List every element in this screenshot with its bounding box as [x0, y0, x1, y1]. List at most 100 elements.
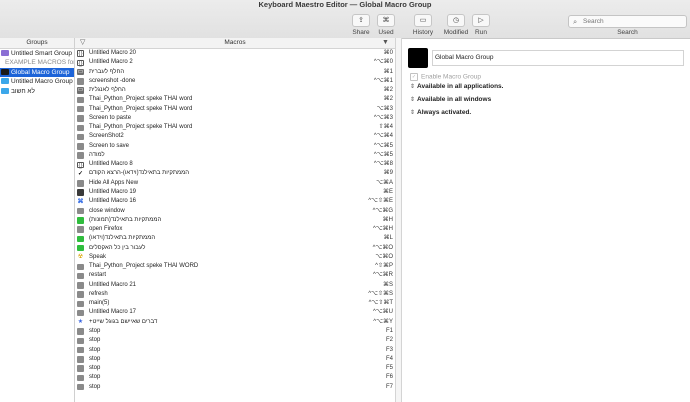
macro-name: open Firefox: [89, 226, 123, 233]
macro-hotkey: F3: [385, 346, 393, 353]
filter-icon[interactable]: ▽: [80, 38, 85, 48]
macro-row[interactable]: stop F7: [75, 383, 395, 392]
groups-list: Untitled Smart Group EXAMPLE MACROS for..…: [0, 49, 75, 402]
group-item[interactable]: Untitled Smart Group: [0, 49, 74, 58]
macro-hotkey: ⌘0: [383, 50, 393, 56]
macros-list: {} Untitled Macro 20 ⌘0 {} Untitled Macro 2 ^…: [75, 49, 395, 402]
macro-row[interactable]: Thai_Python_Project speke THAI WORD ^⇧⌘P: [75, 262, 395, 271]
macro-row[interactable]: restart ^⌥⌘R: [75, 271, 395, 280]
macro-row[interactable]: Untitled Macro 21 ⌘S: [75, 281, 395, 290]
window-icon: [77, 124, 84, 132]
macro-name: Untitled Macro 21: [89, 281, 137, 288]
window-icon: [77, 356, 84, 363]
search-input[interactable]: [583, 16, 681, 27]
macro-row[interactable]: stop F5: [75, 364, 395, 373]
enable-macro-group-checkbox[interactable]: ✓ Enable Macro Group: [410, 73, 481, 81]
macro-row[interactable]: ▭ החלף לעברית ⌘1: [75, 68, 395, 77]
macro-row[interactable]: למודה ^⌥⌘5: [75, 151, 395, 160]
macro-row[interactable]: ✓ הממתקיות בתאילנד(וידאו)-הרצא הקודם ⌘9: [75, 169, 395, 178]
search-field[interactable]: ⌕: [568, 15, 687, 28]
macro-row[interactable]: Screen to save ^⌥⌘5: [75, 142, 395, 151]
macro-row[interactable]: {} Untitled Macro 8 ^⌥⌘8: [75, 160, 395, 169]
macro-hotkey: F4: [385, 355, 393, 362]
macro-row[interactable]: Untitled Macro 19 ⌘E: [75, 188, 395, 197]
macro-row[interactable]: {} Untitled Macro 20 ⌘0: [75, 49, 395, 58]
group-item[interactable]: Untitled Macro Group: [0, 77, 74, 86]
used-button[interactable]: ⌘ Used: [372, 14, 400, 36]
macro-hotkey: ^⌥⇧⌘S: [368, 290, 393, 297]
group-detail-panel: [400, 38, 690, 402]
folder-icon: [1, 87, 9, 94]
activation-popup[interactable]: ⇕ Always activated.: [410, 109, 471, 116]
group-name-field[interactable]: Global Macro Group: [432, 50, 684, 66]
macro-row[interactable]: ScreenShot2 ^⌥⌘4: [75, 132, 395, 141]
macro-row[interactable]: Thai_Python_Project speke THAI word ⌥⌘3: [75, 105, 395, 114]
macro-row[interactable]: Thai_Python_Project speke THAI word ⇧⌘4: [75, 123, 395, 132]
editor-window: Keyboard Maestro Editor — Global Macro G…: [0, 0, 690, 402]
group-item[interactable]: לא חשוב: [0, 87, 74, 96]
macro-row[interactable]: close window ^⌥⌘G: [75, 207, 395, 216]
macro-row[interactable]: לעבור בין כל האקסלים ^⌥⌘O: [75, 244, 395, 253]
macro-row[interactable]: main(5) ^⌥⇧⌘T: [75, 299, 395, 308]
group-item[interactable]: Global Macro Group: [0, 67, 74, 78]
share-button[interactable]: ⇪ Share: [347, 14, 375, 36]
macro-name: stop: [89, 346, 101, 353]
macro-name: stop: [89, 365, 101, 372]
window-icon: [77, 152, 84, 159]
group-label: Global Macro Group: [11, 68, 70, 76]
macro-row[interactable]: refresh ^⌥⇧⌘S: [75, 290, 395, 299]
macro-row[interactable]: Thai_Python_Project speke THAI word ⌘2: [75, 95, 395, 104]
check-icon: ✓: [77, 170, 84, 177]
updown-arrow-icon: ⇕: [410, 110, 416, 116]
macro-name: הממתקיות בתאילנד(תמונות): [89, 216, 162, 223]
macro-row[interactable]: ★ +דברים שאיישם בגוגל שייט ^⌥⌘Y: [75, 318, 395, 327]
macro-name: Thai_Python_Project speke THAI word: [89, 105, 193, 112]
macro-row[interactable]: הממתקיות בתאילנד(תמונות) ⌘H: [75, 216, 395, 225]
run-button[interactable]: ▷ Run: [467, 14, 495, 36]
macro-row[interactable]: Hide All Apps New ⌥⌘A: [75, 179, 395, 188]
toolbar: Keyboard Maestro Editor — Global Macro G…: [0, 0, 690, 39]
macro-name: החלף לאנגלית: [89, 87, 126, 94]
macro-row[interactable]: ⌘ Untitled Macro 16 ^⌥⇧⌘E: [75, 197, 395, 206]
macro-row[interactable]: Screen to paste ^⌥⌘3: [75, 114, 395, 123]
modified-button[interactable]: ◷ Modified: [442, 14, 470, 36]
green-icon: [77, 217, 84, 224]
macros-header[interactable]: Macros: [75, 38, 395, 49]
macro-row[interactable]: stop F2: [75, 336, 395, 345]
macro-name: Hide All Apps New: [89, 179, 139, 186]
macro-row[interactable]: stop F6: [75, 373, 395, 382]
window-icon: [77, 143, 84, 150]
macro-row[interactable]: ☢ Speak ⌥⌘O: [75, 253, 395, 262]
macro-hotkey: ^⌥⌘3: [373, 114, 393, 121]
macro-row[interactable]: הממתקיות בתאילנד(וידאו) ⌘L: [75, 234, 395, 243]
macro-row[interactable]: screenshot -done ^⌥⌘1: [75, 77, 395, 86]
command-key-icon: ⌘: [377, 14, 395, 27]
macro-row[interactable]: open Firefox ^⌥⌘H: [75, 225, 395, 234]
macro-row[interactable]: {} Untitled Macro 2 ^⌥⌘0: [75, 58, 395, 67]
macro-row[interactable]: stop F3: [75, 346, 395, 355]
window-icon: [77, 272, 84, 280]
macro-row[interactable]: Untitled Macro 17 ^⌥⌘U: [75, 308, 395, 317]
macro-row[interactable]: stop F4: [75, 355, 395, 364]
sort-filter-icon[interactable]: ▼: [382, 38, 389, 48]
window-icon: [77, 374, 84, 382]
macro-hotkey: ⇧⌘4: [378, 124, 393, 131]
macro-name: למודה: [89, 151, 105, 158]
macro-row[interactable]: stop F1: [75, 327, 395, 336]
macro-hotkey: ^⌥⌘U: [372, 309, 393, 316]
window-icon: [77, 105, 84, 113]
groups-header[interactable]: Groups: [0, 38, 75, 49]
group-icon[interactable]: [408, 48, 428, 68]
history-button[interactable]: ▭ History: [409, 14, 437, 36]
keyboard-icon: ▭: [77, 68, 84, 76]
group-item[interactable]: EXAMPLE MACROS for...: [0, 58, 74, 67]
macro-hotkey: ⌥⌘A: [376, 179, 393, 186]
macro-hotkey: F1: [385, 327, 393, 334]
windows-popup[interactable]: ⇕ Available in all windows: [410, 96, 491, 103]
macro-row[interactable]: ▭ החלף לאנגלית ⌘2: [75, 86, 395, 95]
macro-hotkey: ⌘L: [383, 235, 393, 242]
window-icon: [77, 309, 84, 317]
macro-name: main(5): [89, 300, 110, 307]
availability-popup[interactable]: ⇕ Available in all applications.: [410, 83, 503, 90]
macro-hotkey: ^⌥⌘5: [373, 151, 393, 158]
